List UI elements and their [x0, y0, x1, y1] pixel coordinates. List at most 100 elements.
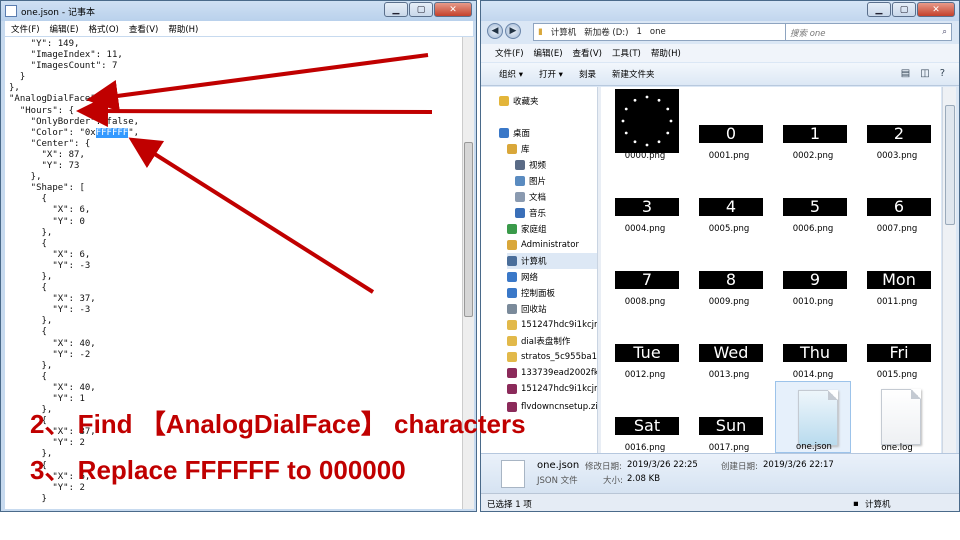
back-icon[interactable]: ◀: [487, 23, 503, 39]
file-name: one.json: [796, 442, 832, 452]
nav-item[interactable]: 音乐: [515, 205, 546, 221]
explorer-menubar: 文件(F) 编辑(E) 查看(V) 工具(T) 帮助(H): [481, 44, 959, 62]
nav-item[interactable]: 计算机: [507, 253, 597, 269]
file-item[interactable]: 7 0008.png: [607, 235, 683, 307]
nav-item[interactable]: 151247hdc9i1kcjm: [507, 317, 597, 333]
minimize-button[interactable]: ▁: [384, 2, 408, 17]
notepad-app-icon: [5, 5, 17, 17]
file-item[interactable]: 1 0002.png: [775, 89, 851, 161]
explorer-titlebar[interactable]: ▁ ▢ ✕: [481, 1, 959, 21]
nav-item[interactable]: 桌面: [499, 125, 530, 141]
breadcrumb-computer[interactable]: 计算机: [551, 26, 577, 38]
code-line: },: [9, 271, 53, 282]
image-thumbnail: Tue: [615, 312, 679, 362]
nav-item[interactable]: Administrator: [507, 237, 579, 253]
close-button[interactable]: ✕: [917, 2, 955, 17]
nav-item[interactable]: dial表盘制作: [507, 333, 570, 349]
nav-item-label: 151247hdc9i1kcjm: [521, 384, 598, 394]
nav-item-label: 133739ead2002fk2: [521, 368, 598, 378]
maximize-button[interactable]: ▢: [409, 2, 433, 17]
minimize-button[interactable]: ▁: [867, 2, 891, 17]
menu-help[interactable]: 帮助(H): [168, 23, 198, 35]
nav-item[interactable]: 控制面板: [507, 285, 555, 301]
file-item[interactable]: 0000.png: [607, 89, 683, 161]
scroll-thumb[interactable]: [464, 142, 473, 317]
nav-item[interactable]: 库: [507, 141, 530, 157]
json-file-icon: [501, 460, 525, 488]
view-options-icon[interactable]: ▤: [901, 68, 910, 79]
nav-item[interactable]: 视频: [515, 157, 546, 173]
menu-file[interactable]: 文件(F): [495, 47, 524, 59]
code-line: "Y": 73: [9, 161, 80, 172]
code-line: "ImageIndex": 11,: [9, 50, 123, 61]
preview-pane-icon[interactable]: ◫: [920, 68, 929, 79]
file-item[interactable]: 2 0003.png: [859, 89, 935, 161]
nav-item-label: 文档: [529, 193, 547, 203]
nav-item[interactable]: 133739ead2002fk2: [507, 365, 598, 381]
file-item[interactable]: Tue 0012.png: [607, 308, 683, 380]
file-item[interactable]: 8 0009.png: [691, 235, 767, 307]
close-button[interactable]: ✕: [434, 2, 472, 17]
file-item[interactable]: Mon 0011.png: [859, 235, 935, 307]
file-item[interactable]: 5 0006.png: [775, 162, 851, 234]
file-item[interactable]: Sun 0017.png: [691, 381, 767, 453]
code-line: "Hours": {: [9, 105, 75, 116]
nav-item[interactable]: 回收站: [507, 301, 547, 317]
maximize-button[interactable]: ▢: [892, 2, 916, 17]
nav-item[interactable]: 收藏夹: [499, 93, 539, 109]
nav-item[interactable]: 151247hdc9i1kcjm: [507, 381, 598, 397]
file-item[interactable]: Thu 0014.png: [775, 308, 851, 380]
file-item[interactable]: one.log: [859, 381, 935, 453]
nav-item[interactable]: 网络: [507, 269, 538, 285]
menu-view[interactable]: 查看(V): [129, 23, 158, 35]
code-line: "X": 87,: [9, 149, 85, 160]
file-item[interactable]: Fri 0015.png: [859, 308, 935, 380]
menu-file[interactable]: 文件(F): [11, 23, 40, 35]
breadcrumb-drive[interactable]: 新加卷 (D:): [584, 26, 628, 38]
help-icon[interactable]: ?: [940, 68, 945, 79]
file-item[interactable]: 9 0010.png: [775, 235, 851, 307]
burn-button[interactable]: 刻录: [579, 68, 596, 80]
image-thumbnail: 3: [615, 166, 679, 216]
address-bar[interactable]: ▮ 计算机 新加卷 (D:) 1 one: [533, 23, 786, 41]
nav-item-label: 视频: [529, 161, 547, 171]
file-item[interactable]: Wed 0013.png: [691, 308, 767, 380]
menu-edit[interactable]: 编辑(E): [534, 47, 563, 59]
menu-format[interactable]: 格式(O): [89, 23, 119, 35]
file-item[interactable]: 0 0001.png: [691, 89, 767, 161]
nav-item[interactable]: stratos_5c955ba1c: [507, 349, 597, 365]
file-item[interactable]: one.json: [775, 381, 851, 453]
scroll-thumb[interactable]: [945, 105, 955, 225]
file-item[interactable]: 6 0007.png: [859, 162, 935, 234]
nav-item[interactable]: 图片: [515, 173, 546, 189]
breadcrumb-folder-1[interactable]: 1: [636, 27, 641, 37]
search-icon[interactable]: ⌕: [942, 27, 947, 37]
notepad-titlebar[interactable]: one.json - 记事本 ▁ ▢ ✕: [1, 1, 476, 21]
breadcrumb-folder-one[interactable]: one: [650, 27, 666, 37]
desktop-icon: [499, 128, 509, 138]
file-item[interactable]: Sat 0016.png: [607, 381, 683, 453]
thumbnail-glyph: Sun: [699, 417, 763, 435]
thumbnail-glyph: 4: [699, 198, 763, 216]
organize-button[interactable]: 组织 ▾: [499, 68, 523, 80]
forward-icon[interactable]: ▶: [505, 23, 521, 39]
thumbnail-glyph: Wed: [699, 344, 763, 362]
menu-edit[interactable]: 编辑(E): [50, 23, 79, 35]
file-list-scrollbar[interactable]: [942, 87, 956, 487]
file-name: 0005.png: [708, 224, 750, 234]
new-folder-button[interactable]: 新建文件夹: [612, 68, 655, 80]
nav-item-label: 家庭组: [521, 225, 547, 235]
nav-item[interactable]: 文档: [515, 189, 546, 205]
open-button[interactable]: 打开 ▾: [539, 68, 563, 80]
file-name: 0003.png: [876, 151, 918, 161]
menu-tools[interactable]: 工具(T): [612, 47, 641, 59]
file-item[interactable]: 3 0004.png: [607, 162, 683, 234]
search-input[interactable]: 搜索 one ⌕: [785, 23, 952, 41]
menu-view[interactable]: 查看(V): [573, 47, 602, 59]
nav-item[interactable]: 家庭组: [507, 221, 547, 237]
file-item[interactable]: 4 0005.png: [691, 162, 767, 234]
menu-help[interactable]: 帮助(H): [651, 47, 681, 59]
details-created: 2019/3/26 22:17: [763, 460, 834, 470]
thumbnail-glyph: Thu: [783, 344, 847, 362]
details-type: JSON 文件: [537, 476, 578, 486]
